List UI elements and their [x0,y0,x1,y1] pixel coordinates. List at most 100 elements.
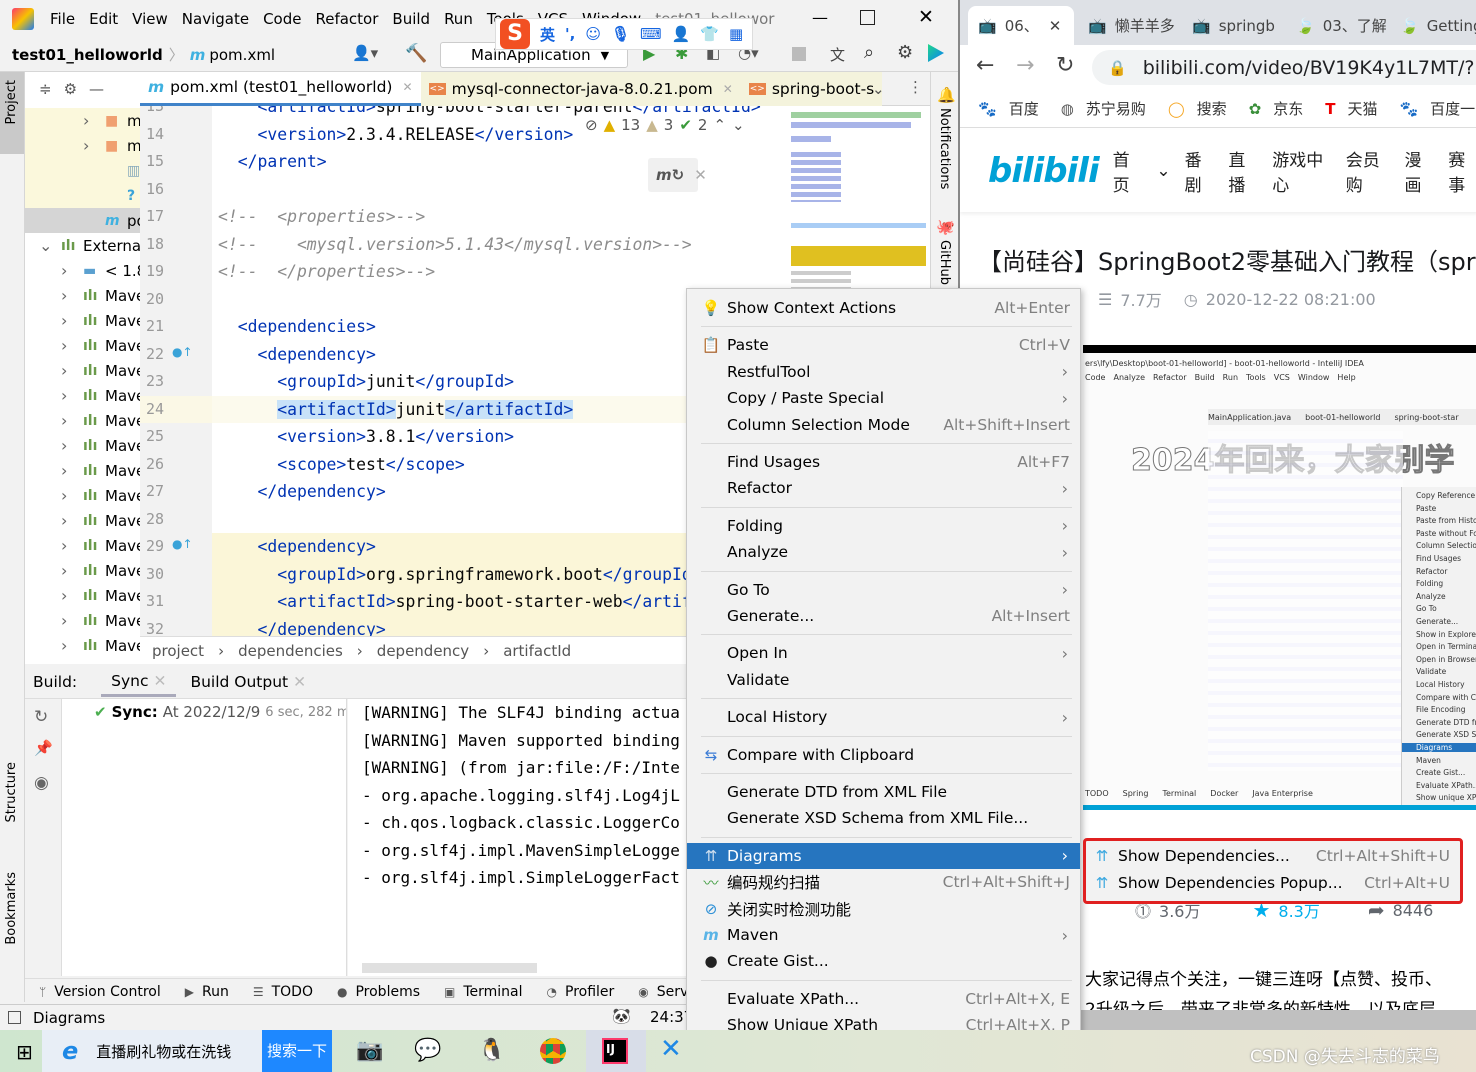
tree-item[interactable]: › ılı Mave [25,583,140,608]
chevron-right-icon[interactable]: › [61,286,67,305]
chevron-right-icon[interactable]: › [61,561,67,580]
editor-tab[interactable]: <> spring-boot-s [740,71,883,106]
ime-punct-toggle[interactable]: ', [565,25,575,43]
editor-tab[interactable]: <> mysql-connector-java-8.0.21.pom ✕ [420,71,741,106]
tool-window-run[interactable]: ▶ Run [185,984,229,1000]
collapse-all-icon[interactable]: ≑ [39,80,52,98]
translate-icon[interactable]: 文 [830,44,845,65]
ime-lang-toggle[interactable]: 英 [540,24,555,45]
tool-window-problems[interactable]: ● Problems [337,984,420,1000]
menu-item-local-history[interactable]: Local History › [687,704,1080,730]
chevron-down-icon[interactable]: ⌄ [39,236,52,255]
tab-sync[interactable]: Sync ✕ [101,666,177,697]
chevron-right-icon[interactable]: › [61,611,67,630]
close-tab-icon[interactable]: ✕ [402,80,412,94]
menu-item-[interactable]: ⊘ 关闭实时检测功能 [687,896,1080,922]
toolbox-grid-icon[interactable]: ▦ [729,25,743,43]
intellij-taskbar-button[interactable]: IJ [586,1030,646,1072]
bookmark-item[interactable]: 🐾 百度 [978,98,1039,119]
minimize-button[interactable]: — [812,8,828,27]
project-tool-button[interactable]: Project [0,72,24,154]
video-player[interactable]: ers\lfy\Desktop\boot-01-helloworld] - bo… [1083,345,1476,810]
tree-item[interactable]: ▥te [25,158,140,183]
menu-item-find-usages[interactable]: Find Usages Alt+F7 [687,449,1080,475]
bookmark-item[interactable]: 🐾 百度一 [1399,98,1475,119]
close-button[interactable]: ✕ [918,6,934,28]
notifications-bell-icon[interactable]: 🔔 [937,86,956,104]
hide-icon[interactable]: — [89,80,104,98]
menu-item-create-gist[interactable]: ● Create Gist... [687,948,1080,974]
reader-mode-icon[interactable]: ⊘ [585,116,598,134]
skin-icon[interactable]: 👕 [700,25,719,43]
tree-item[interactable]: › ılı Mave [25,558,140,583]
user-icon[interactable]: 👤 [672,25,691,43]
bilibili-logo[interactable]: bilibili [988,151,1100,191]
tree-item[interactable]: mpom [25,208,140,233]
breadcrumb-item[interactable]: dependencies [238,642,343,660]
chevron-right-icon[interactable]: › [61,336,67,355]
menu-run[interactable]: Run [444,10,473,28]
dismiss-icon[interactable]: ✕ [694,166,707,184]
menu-view[interactable]: View [132,10,168,28]
close-tab-icon[interactable]: ✕ [723,82,733,96]
vcs-user-icon[interactable]: 👤▾ [352,44,378,62]
menu-item-compare-with-clipboard[interactable]: ⇆ Compare with Clipboard [687,742,1080,768]
breadcrumb-item[interactable]: dependency [377,642,469,660]
sync-result-row[interactable]: ✔ Sync: At 2022/12/9 6 sec, 282 ms [94,703,346,721]
more-options-icon[interactable]: ⋮ [908,78,923,96]
chevron-right-icon[interactable]: › [61,361,67,380]
back-icon[interactable]: ← [976,53,994,78]
bookmark-item[interactable]: ◯ 搜索 [1168,98,1227,119]
override-marker-icon[interactable]: ●↑ [172,345,193,359]
menu-item-column-selection-mode[interactable]: Column Selection Mode Alt+Shift+Insert [687,412,1080,438]
menu-edit[interactable]: Edit [89,10,118,28]
menu-refactor[interactable]: Refactor [315,10,378,28]
build-console[interactable]: [WARNING] The SLF4J binding actua [WARNIN… [348,699,688,976]
site-nav-item[interactable]: 直播 [1228,146,1258,196]
search-button[interactable]: 搜索一下 [262,1030,332,1072]
editor-tab[interactable]: m pom.xml (test01_helloworld) ✕ [140,71,421,106]
browser-tab[interactable]: 📺 懒羊羊多 [1078,6,1178,45]
breadcrumb-item[interactable]: project [152,642,204,660]
stop-icon[interactable] [792,47,806,61]
tree-item[interactable]: › ▬ < 1.8 [25,258,140,283]
chrome-icon[interactable] [540,1038,566,1064]
menu-item-open-in[interactable]: Open In › [687,640,1080,666]
bookmarks-tool-button[interactable]: Bookmarks [4,872,19,945]
site-nav-item[interactable]: 游戏中心 [1272,146,1332,196]
next-highlight-icon[interactable]: ⌄ [732,116,745,134]
taskbar-search-box[interactable]: e 直播刷礼物或在洗钱 搜索一下 [42,1030,332,1072]
copilot-icon[interactable]: 🐼 [612,1007,631,1025]
maven-reload-icon[interactable]: m↻ [656,166,684,184]
tabs-dropdown-icon[interactable]: ⌄ [872,80,885,98]
menu-item-show-dependencies-popup[interactable]: ⇈ Show Dependencies Popup... Ctrl+Alt+U [1086,870,1460,896]
wechat-icon[interactable]: 💬 [414,1038,441,1063]
menu-item-go-to[interactable]: Go To › [687,577,1080,603]
chevron-right-icon[interactable]: › [83,111,89,130]
site-nav-item[interactable]: 漫画 [1404,146,1434,196]
menu-item-maven[interactable]: m Maven › [687,922,1080,948]
menu-code[interactable]: Code [263,10,301,28]
menu-item-generate-dtd-from-xml-file[interactable]: Generate DTD from XML File [687,779,1080,805]
browser-tab[interactable]: 📺 springb [1182,6,1282,45]
chevron-down-icon[interactable]: ⌄ [1156,161,1170,181]
toolbox-icon[interactable] [928,44,944,62]
menu-item-show-dependencies[interactable]: ⇈ Show Dependencies... Ctrl+Alt+Shift+U [1086,843,1460,869]
menu-file[interactable]: File [50,10,75,28]
tree-item[interactable]: › ılı Mave [25,358,140,383]
forward-icon[interactable]: → [1016,53,1034,78]
video-progress[interactable] [1083,805,1476,810]
browser-tab[interactable]: 🍃 03、了解 [1286,6,1386,45]
menu-item-validate[interactable]: Validate [687,667,1080,693]
tree-item[interactable]: › ■ m [25,108,140,133]
vscode-icon[interactable]: ✕ [660,1034,682,1064]
keyboard-icon[interactable]: ⌨ [640,25,662,43]
browser-tab[interactable]: 📺 06、 ✕ [968,6,1074,45]
menu-item-evaluate-xpath[interactable]: Evaluate XPath... Ctrl+Alt+X, E [687,986,1080,1012]
chevron-right-icon[interactable]: › [61,536,67,555]
tree-item[interactable]: › ■ m [25,133,140,158]
menu-item-show-context-actions[interactable]: 💡 Show Context Actions Alt+Enter [687,295,1080,321]
bookmark-item[interactable]: T 天猫 [1325,98,1377,119]
pin-icon[interactable]: 📌 [34,739,53,757]
chevron-right-icon[interactable]: › [61,586,67,605]
